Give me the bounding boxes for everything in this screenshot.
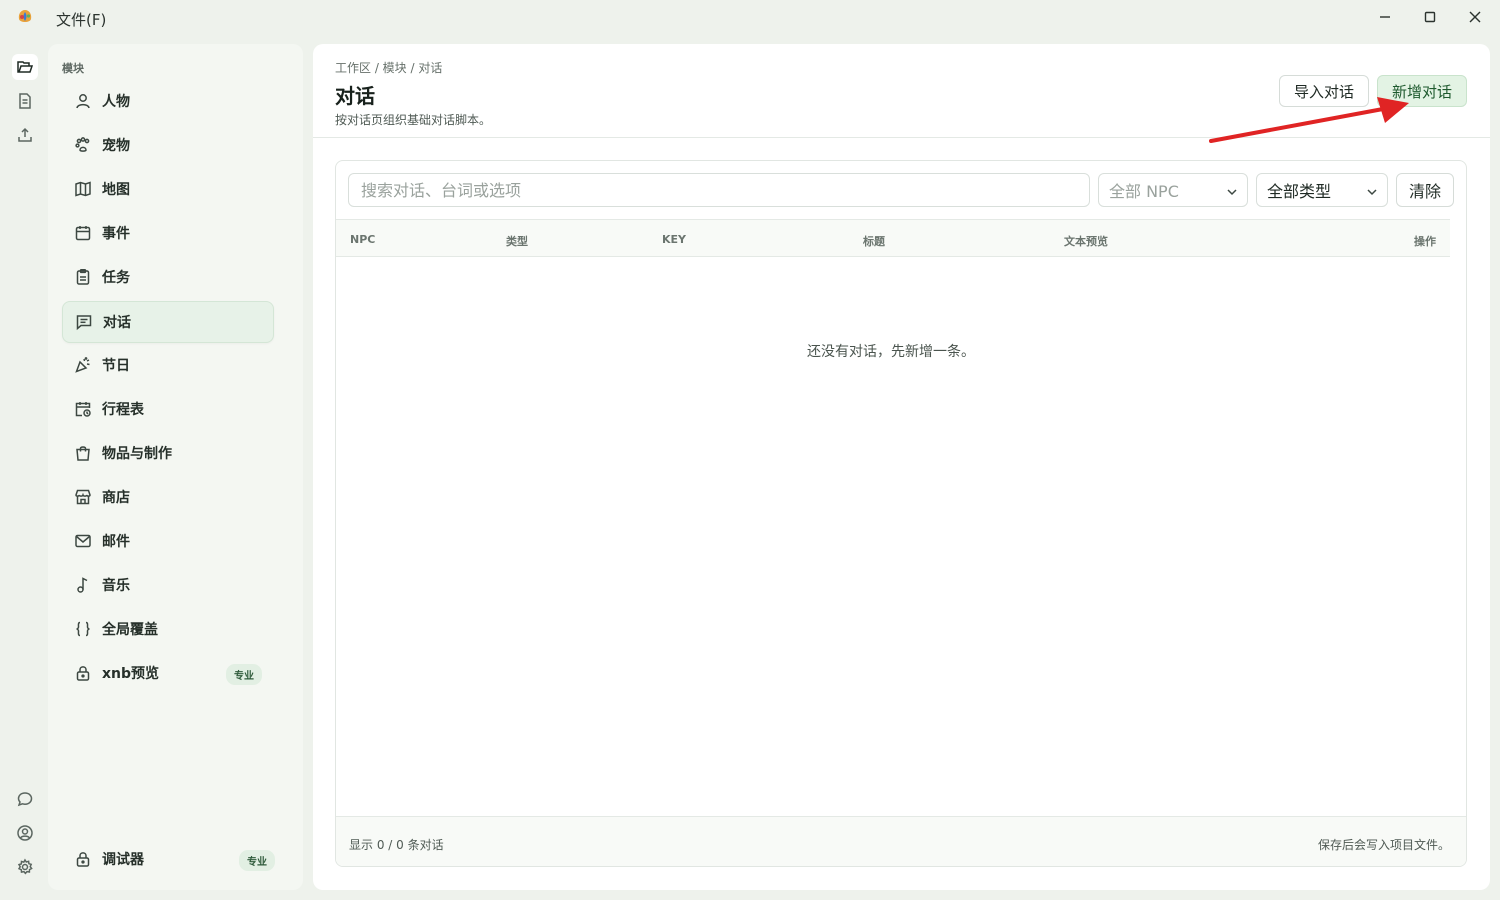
sidebar-item-label: 物品与制作 — [102, 446, 172, 462]
sidebar-item-label: xnb预览 — [102, 666, 160, 682]
sidebar-item-dialogue[interactable]: 对话 — [62, 301, 274, 343]
npc-filter-select[interactable]: 全部 NPC — [1098, 173, 1248, 207]
message-square-icon — [75, 313, 93, 331]
calendar-icon — [74, 224, 92, 242]
user-circle-icon[interactable] — [12, 820, 38, 846]
minimize-icon[interactable] — [1370, 4, 1400, 30]
map-icon — [74, 180, 92, 198]
column-header-npc[interactable]: NPC — [350, 233, 375, 246]
music-note-icon — [74, 576, 92, 594]
sidebar-item-label: 商店 — [102, 490, 130, 506]
sidebar-item-label: 宠物 — [102, 138, 130, 154]
folder-open-icon[interactable] — [12, 54, 38, 80]
title-bar: 文件(F) — [0, 0, 1500, 36]
store-icon — [74, 488, 92, 506]
lock-icon — [74, 664, 92, 682]
document-icon[interactable] — [12, 88, 38, 114]
menu-file[interactable]: 文件(F) — [56, 9, 106, 30]
annotation-arrow-icon — [1209, 97, 1409, 143]
chevron-down-icon — [1225, 184, 1239, 203]
calendar-clock-icon — [74, 400, 92, 418]
table-footer: 显示 0 / 0 条对话 保存后会写入项目文件。 — [336, 816, 1466, 866]
person-icon — [74, 92, 92, 110]
sidebar-heading: 模块 — [62, 62, 84, 75]
type-filter-select[interactable]: 全部类型 — [1256, 173, 1388, 207]
clear-filters-button[interactable]: 清除 — [1396, 173, 1454, 207]
sidebar-item-label: 人物 — [102, 94, 130, 110]
sidebar-item-characters[interactable]: 人物 — [62, 80, 274, 122]
page-subtitle: 按对话页组织基础对话脚本。 — [335, 113, 492, 127]
sidebar-item-map[interactable]: 地图 — [62, 168, 274, 210]
close-icon[interactable] — [1460, 4, 1490, 30]
lock-icon — [74, 850, 92, 868]
sidebar-item-label: 音乐 — [102, 578, 130, 594]
column-header-title[interactable]: 标题 — [863, 233, 885, 249]
column-header-type[interactable]: 类型 — [506, 233, 528, 249]
module-sidebar: 模块 人物 宠物 地图 事件 任务 对话 节日 行程表 物品与制作 商店 邮件 … — [48, 44, 303, 890]
sidebar-item-schedule[interactable]: 行程表 — [62, 388, 274, 430]
chat-icon[interactable] — [12, 786, 38, 812]
upload-icon[interactable] — [12, 122, 38, 148]
maximize-icon[interactable] — [1415, 4, 1445, 30]
sidebar-item-label: 行程表 — [102, 402, 144, 418]
save-note-text: 保存后会写入项目文件。 — [1317, 838, 1450, 852]
mail-icon — [74, 532, 92, 550]
sidebar-item-pets[interactable]: 宠物 — [62, 124, 274, 166]
sidebar-item-debugger[interactable]: 调试器 专业 — [62, 838, 275, 880]
empty-state-message: 还没有对话，先新增一条。 — [807, 344, 975, 360]
sidebar-item-label: 调试器 — [102, 852, 144, 868]
search-input[interactable] — [348, 173, 1090, 207]
main-panel: 工作区 / 模块 / 对话 对话 按对话页组织基础对话脚本。 导入对话 新增对话… — [313, 44, 1490, 890]
sidebar-item-label: 节日 — [102, 358, 130, 374]
chevron-down-icon — [1365, 184, 1379, 203]
sidebar-item-shops[interactable]: 商店 — [62, 476, 274, 518]
row-count-text: 显示 0 / 0 条对话 — [349, 838, 444, 852]
column-header-preview[interactable]: 文本预览 — [1064, 233, 1108, 249]
clipboard-icon — [74, 268, 92, 286]
gear-icon[interactable] — [12, 854, 38, 880]
sidebar-item-quests[interactable]: 任务 — [62, 256, 274, 298]
sidebar-item-label: 事件 — [102, 226, 130, 242]
sidebar-item-label: 对话 — [103, 315, 131, 331]
app-logo-icon — [15, 7, 35, 27]
sidebar-item-xnb-preview[interactable]: xnb预览 专业 — [62, 652, 274, 694]
sidebar-item-label: 全局覆盖 — [102, 622, 158, 638]
type-filter-value: 全部类型 — [1267, 182, 1332, 201]
sidebar-item-music[interactable]: 音乐 — [62, 564, 274, 606]
sidebar-item-label: 邮件 — [102, 534, 130, 550]
table-header: NPC 类型 KEY 标题 文本预览 操作 — [336, 219, 1450, 257]
party-popper-icon — [74, 356, 92, 374]
sidebar-item-label: 地图 — [102, 182, 130, 198]
breadcrumb: 工作区 / 模块 / 对话 — [335, 61, 443, 75]
page-title: 对话 — [335, 84, 375, 108]
column-header-key[interactable]: KEY — [662, 233, 686, 246]
sidebar-item-label: 任务 — [102, 270, 130, 286]
sidebar-item-mail[interactable]: 邮件 — [62, 520, 274, 562]
sidebar-item-events[interactable]: 事件 — [62, 212, 274, 254]
pro-badge: 专业 — [226, 664, 262, 685]
dialogue-table-card: 全部 NPC 全部类型 清除 NPC 类型 KEY 标题 文本预览 操作 还没有… — [335, 160, 1467, 867]
sidebar-item-items-crafting[interactable]: 物品与制作 — [62, 432, 274, 474]
sidebar-item-global-overrides[interactable]: 全局覆盖 — [62, 608, 274, 650]
pro-badge: 专业 — [239, 850, 275, 871]
activity-rail — [0, 44, 48, 900]
column-header-actions: 操作 — [1414, 235, 1436, 248]
npc-filter-value: 全部 NPC — [1109, 182, 1179, 201]
bag-icon — [74, 444, 92, 462]
braces-icon — [74, 620, 92, 638]
paw-icon — [74, 136, 92, 154]
sidebar-item-festivals[interactable]: 节日 — [62, 344, 274, 386]
